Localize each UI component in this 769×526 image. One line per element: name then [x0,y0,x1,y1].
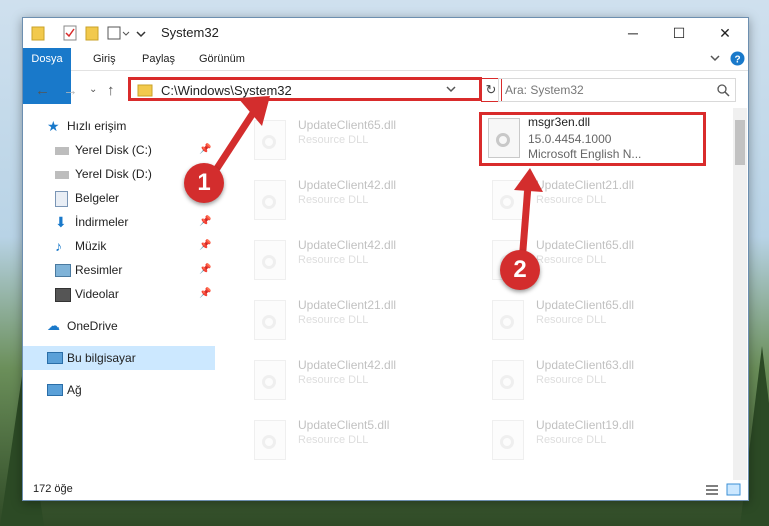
step-badge-2: 2 [500,250,540,290]
step-badge-1: 1 [184,163,224,203]
annotation-arrows [209,96,543,263]
